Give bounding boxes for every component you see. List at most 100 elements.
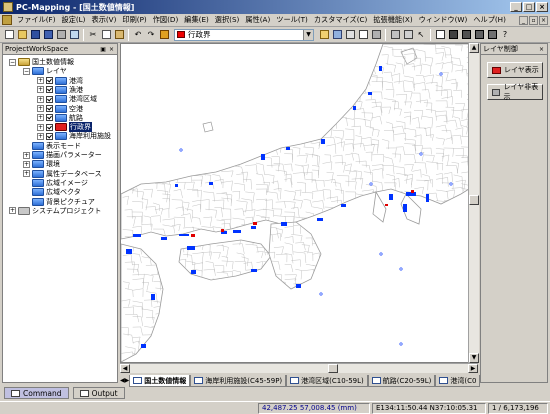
zoom-icon[interactable] xyxy=(331,29,343,41)
expand-icon[interactable]: + xyxy=(23,160,30,168)
layer-checkbox[interactable] xyxy=(46,95,53,103)
expand-icon[interactable]: + xyxy=(37,95,44,103)
help-icon[interactable]: ? xyxy=(499,29,511,41)
window-controls: _ □ × xyxy=(510,2,548,12)
tree-node[interactable]: + システムプロジェクト xyxy=(9,206,101,216)
menu-customize[interactable]: カスタマイズ(C) xyxy=(311,15,371,25)
copy-icon[interactable] xyxy=(100,29,112,41)
layer-icon[interactable] xyxy=(158,29,170,41)
status-latlon: E134:11:50.44 N37:10:05.31 xyxy=(372,403,486,414)
mdi-restore-icon[interactable]: ▫ xyxy=(529,16,538,25)
grid-icon[interactable] xyxy=(344,29,356,41)
pin-icon[interactable]: ▣ xyxy=(100,46,106,53)
scroll-down-icon[interactable]: ▼ xyxy=(469,353,479,363)
expand-icon[interactable]: + xyxy=(37,114,44,122)
layer-checkbox[interactable] xyxy=(46,114,53,122)
menu-window[interactable]: ウィンドウ(W) xyxy=(416,15,471,25)
collapse-icon[interactable]: − xyxy=(9,58,16,66)
expand-icon[interactable]: + xyxy=(9,207,16,215)
tab-output[interactable]: Output xyxy=(72,387,125,399)
layout-icon[interactable] xyxy=(402,29,414,41)
close-icon[interactable]: × xyxy=(536,2,548,12)
undo-icon[interactable]: ↶ xyxy=(132,29,144,41)
collapse-icon[interactable]: − xyxy=(23,67,30,75)
pane-close-icon[interactable]: × xyxy=(109,46,114,53)
export-icon[interactable] xyxy=(370,29,382,41)
island-marker xyxy=(449,182,453,186)
select-tool-icon[interactable]: ↖ xyxy=(415,29,427,41)
tab-ports[interactable]: 港湾(C0 xyxy=(435,375,481,387)
island-marker xyxy=(179,148,183,152)
menu-view[interactable]: 表示(V) xyxy=(89,15,120,25)
copy-map-icon[interactable] xyxy=(357,29,369,41)
new-file-icon[interactable] xyxy=(3,29,15,41)
refresh-icon[interactable] xyxy=(318,29,330,41)
expand-icon[interactable]: + xyxy=(37,86,44,94)
menu-draw[interactable]: 作図(D) xyxy=(150,15,182,25)
expand-icon[interactable]: + xyxy=(37,123,44,131)
menu-settings[interactable]: 設定(L) xyxy=(59,15,89,25)
map-tool-icon[interactable] xyxy=(389,29,401,41)
layer-checkbox[interactable] xyxy=(46,132,53,140)
expand-icon[interactable]: + xyxy=(23,151,30,159)
tab-routes[interactable]: 航路(C20-59L) xyxy=(367,375,436,387)
horizontal-scroll-thumb[interactable] xyxy=(328,364,338,373)
japan-map xyxy=(121,44,477,362)
paste-icon[interactable] xyxy=(113,29,125,41)
toolbar-separator xyxy=(385,28,386,41)
open-folder-icon[interactable] xyxy=(16,29,28,41)
scroll-up-icon[interactable]: ▲ xyxy=(469,43,479,53)
scroll-left-icon[interactable]: ◀ xyxy=(120,364,130,373)
layer-checkbox[interactable] xyxy=(46,105,53,112)
mdi-minimize-icon[interactable]: _ xyxy=(519,16,528,25)
folder-icon xyxy=(55,76,67,85)
expand-icon[interactable]: + xyxy=(37,132,44,140)
show-layer-button[interactable]: レイヤ表示 xyxy=(487,62,543,78)
expand-icon[interactable]: + xyxy=(37,105,44,112)
layer-checkbox[interactable] xyxy=(46,123,53,131)
menu-tools[interactable]: ツール(T) xyxy=(273,15,311,25)
layer-select[interactable]: 行政界 ▼ xyxy=(174,28,314,41)
menu-edit[interactable]: 編集(E) xyxy=(181,15,212,25)
preview-icon[interactable] xyxy=(68,29,80,41)
scroll-right-icon[interactable]: ▶ xyxy=(468,364,478,373)
cut-icon[interactable]: ✂ xyxy=(87,29,99,41)
tab-port-area[interactable]: 港湾区域(C10-59L) xyxy=(286,375,368,387)
expand-icon[interactable]: + xyxy=(23,170,30,178)
map-horizontal-scrollbar[interactable]: ◀ ▶ xyxy=(120,363,478,373)
layer-checkbox[interactable] xyxy=(46,77,53,85)
print-icon[interactable] xyxy=(55,29,67,41)
chevron-down-icon[interactable]: ▼ xyxy=(303,29,313,40)
save-as-icon[interactable] xyxy=(42,29,54,41)
mdi-close-icon[interactable]: × xyxy=(539,16,548,25)
island-marker xyxy=(399,342,403,346)
panel-right-icon[interactable] xyxy=(473,29,485,41)
layer-checkbox[interactable] xyxy=(46,86,53,94)
map-canvas[interactable] xyxy=(120,43,478,363)
menu-print[interactable]: 印刷(P) xyxy=(119,15,149,25)
document-icon[interactable] xyxy=(2,15,12,25)
folder-icon xyxy=(55,132,67,141)
menu-select[interactable]: 選択(S) xyxy=(212,15,243,25)
vertical-scroll-thumb[interactable] xyxy=(469,195,479,205)
minimize-icon[interactable]: _ xyxy=(510,2,522,12)
redo-icon[interactable]: ↷ xyxy=(145,29,157,41)
selected-feature xyxy=(221,229,224,232)
tab-command[interactable]: Command xyxy=(4,387,69,399)
panel-left-icon[interactable] xyxy=(460,29,472,41)
panel-bottom-icon[interactable] xyxy=(486,29,498,41)
hide-layer-button[interactable]: レイヤ非表示 xyxy=(487,83,543,101)
status-record-count: 1 / 6,173,196 xyxy=(488,403,548,414)
expand-icon[interactable]: + xyxy=(37,77,44,85)
map-vertical-scrollbar[interactable]: ▲ ▼ xyxy=(468,43,479,363)
window-cascade-icon[interactable] xyxy=(447,29,459,41)
save-icon[interactable] xyxy=(29,29,41,41)
menu-extensions[interactable]: 拡張機能(X) xyxy=(370,15,415,25)
menu-attribute[interactable]: 属性(A) xyxy=(242,15,273,25)
menu-help[interactable]: ヘルプ(H) xyxy=(470,15,509,25)
window-tile-icon[interactable] xyxy=(434,29,446,41)
port-feature xyxy=(321,139,325,144)
pane-close-icon[interactable]: × xyxy=(539,46,544,53)
maximize-icon[interactable]: □ xyxy=(523,2,535,12)
menu-file[interactable]: ファイル(F) xyxy=(14,15,59,25)
